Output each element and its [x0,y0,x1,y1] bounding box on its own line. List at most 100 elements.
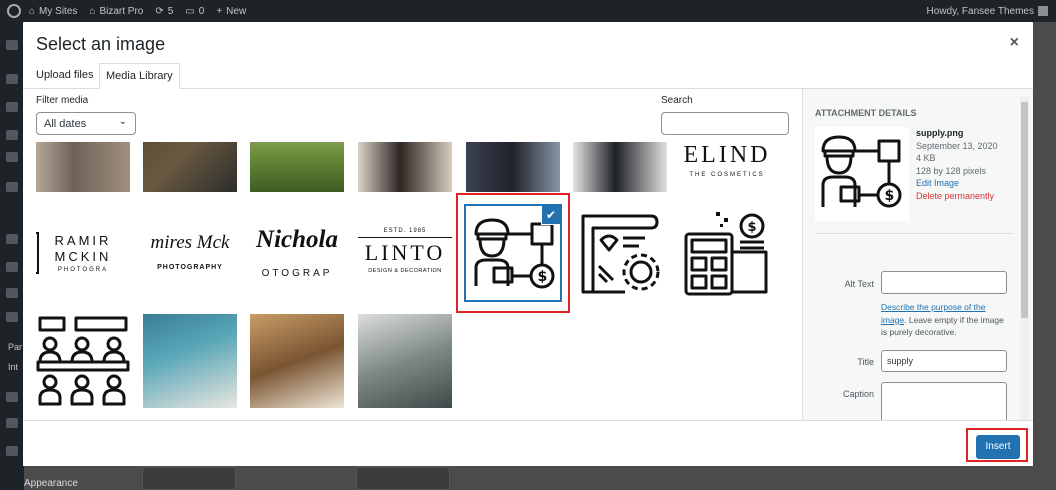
my-sites-menu[interactable]: ⌂ My Sites [29,6,77,17]
alt-help-link-line2[interactable]: image [881,315,904,325]
modal-toolbar: Insert [23,420,1033,466]
new-content-menu[interactable]: + New [216,6,246,17]
attachments-grid: ELIND THE COSMETICS RAMIR MCKIN PHOTOGRA… [35,142,795,417]
attachment-thumbnail[interactable] [573,142,667,192]
admin-bar: ⌂ My Sites ⌂ Bizart Pro ⟳ 5 ▭ 0 + New Ho… [0,0,1056,22]
comments-icon[interactable] [6,152,18,162]
close-icon[interactable]: × [1010,34,1019,52]
dollar-icon[interactable] [6,392,18,402]
svg-text:$: $ [748,220,757,235]
title-field[interactable]: supply [881,350,1007,372]
comments-count: 0 [198,5,205,17]
attachment-thumbnail[interactable] [36,314,130,408]
new-label: New [226,5,247,17]
attachment-thumbnail[interactable]: $ [680,206,774,300]
attachment-thumbnail[interactable]: ELIND THE COSMETICS [680,142,774,192]
plugins-icon[interactable] [6,182,18,192]
tools-icon[interactable] [6,234,18,244]
admin-sidebar: Par Int [0,22,24,490]
caption-field[interactable] [881,382,1007,420]
account-menu[interactable]: Howdy, Fansee Themes [927,6,1048,17]
ramir-logo-line1: RAMIR [54,233,112,248]
attachment-thumbnail[interactable]: ESTD. 1985 LINTO DESIGN & DECORATION [358,206,452,300]
attachment-filesize: 4 KB [916,153,936,163]
blueprint-gear-icon [581,214,660,294]
sidebar-item-appearance[interactable]: Appearance [24,478,78,489]
nichola-logo-script: Nichola [256,226,338,253]
background-thumbnail [142,467,236,490]
linto-logo-name: LINTO [364,240,446,265]
attachment-thumbnail[interactable] [250,142,344,192]
dashboard-icon[interactable] [6,40,18,50]
updates-menu[interactable]: ⟳ 5 [155,6,173,17]
attachment-thumbnail[interactable] [36,142,130,192]
alt-help-link-line1[interactable]: Describe the purpose of the [881,302,985,312]
insert-button[interactable]: Insert [976,435,1020,459]
howdy-label: Howdy, Fansee Themes [926,5,1034,17]
nichola-logo-sub: OTOGRAP [261,268,333,279]
media-icon[interactable] [6,102,18,112]
details-thumbnail: $ [815,127,909,221]
svg-text:$: $ [885,188,895,204]
divider [358,237,452,238]
attachment-thumbnail[interactable] [358,142,452,192]
linto-logo-sub: DESIGN & DECORATION [368,268,442,274]
supply-icon: $ [821,135,902,208]
delete-permanently-link[interactable]: Delete permanently [916,190,998,203]
users-icon[interactable] [6,262,18,272]
settings-icon[interactable] [6,288,18,298]
attachment-thumbnail[interactable]: RAMIR MCKIN PHOTOGRA [36,206,130,300]
attachment-thumbnail[interactable] [143,314,237,408]
title-label: Title [857,357,874,367]
theme-icon[interactable] [6,312,18,322]
sidebar-int-label: Int [8,362,19,372]
pages-icon[interactable] [6,130,18,140]
alt-text-field[interactable] [881,271,1007,294]
details-scrollbar-thumb[interactable] [1021,102,1028,318]
avatar [1038,6,1048,16]
sidebar-par-label: Par [8,342,23,352]
attachment-details-panel: ATTACHMENT DETAILS $ supply.png Septembe… [802,89,1033,420]
import-icon[interactable] [6,418,18,428]
tab-upload-files[interactable]: Upload files [30,63,99,89]
filter-media-label: Filter media [36,95,89,106]
linto-logo-est: ESTD. 1985 [383,228,427,234]
search-input[interactable] [661,112,789,135]
edit-image-link[interactable]: Edit Image [916,177,998,190]
wordpress-logo-icon[interactable] [7,4,21,18]
ramir-logo-line2: MCKIN [54,249,112,264]
attachment-thumbnail[interactable]: mires Mck PHOTOGRAPHY [143,206,237,300]
home-icon: ⌂ [29,5,36,17]
attachment-thumbnail-supply[interactable]: $ ✔ [464,204,562,302]
selected-check-icon[interactable]: ✔ [542,206,560,224]
attachment-thumbnail[interactable] [358,314,452,408]
attachment-meta: supply.png September 13, 2020 4 KB 128 b… [916,127,998,202]
search-label: Search [661,95,693,106]
attachment-details-heading: ATTACHMENT DETAILS [815,108,917,118]
mckenzie-logo-sub: PHOTOGRAPHY [157,264,223,271]
attachment-filename: supply.png [916,128,964,138]
site-name-label: Bizart Pro [99,5,144,17]
modal-title: Select an image [36,34,166,54]
attachment-thumbnail[interactable] [250,314,344,408]
attachment-thumbnail[interactable] [466,142,560,192]
attachment-thumbnail[interactable] [143,142,237,192]
date-filter-select[interactable]: All dates ⌄ [36,112,136,135]
elind-logo-sub: THE COSMETICS [689,172,765,178]
mckenzie-logo-script: mires Mck [150,232,230,253]
pin-icon[interactable] [6,74,18,84]
tab-media-library[interactable]: Media Library [99,63,180,89]
updates-icon: ⟳ [155,5,164,17]
comments-menu[interactable]: ▭ 0 [185,6,204,17]
elind-logo-text: ELIND [683,142,771,168]
plus-icon: + [216,5,223,17]
ramir-logo-line3: PHOTOGRA [57,267,109,273]
mail-icon[interactable] [6,446,18,456]
comment-icon: ▭ [185,5,195,17]
attachment-thumbnail[interactable]: Nichola OTOGRAP [250,206,344,300]
details-scrollbar[interactable] [1020,97,1029,421]
alt-text-label: Alt Text [844,279,874,289]
attachment-dimensions: 128 by 128 pixels [916,165,987,176]
attachment-thumbnail[interactable] [573,206,667,300]
site-name-menu[interactable]: ⌂ Bizart Pro [89,6,143,17]
